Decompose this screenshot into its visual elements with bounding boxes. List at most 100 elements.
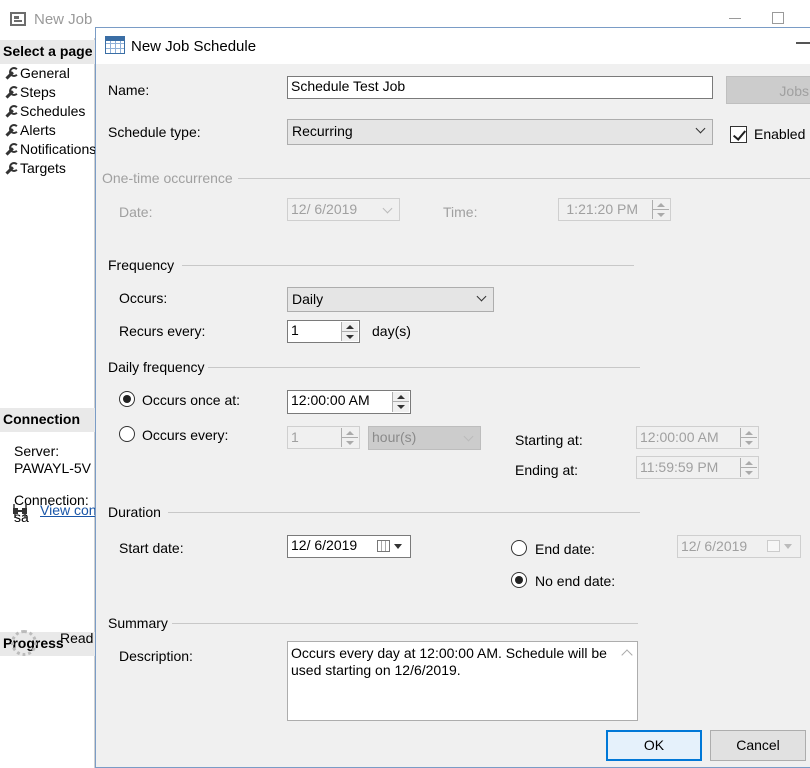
wrench-icon [4, 67, 19, 79]
end-date-label: End date: [535, 541, 595, 557]
dialog-titlebar: New Job Schedule [96, 28, 810, 64]
schedule-type-label: Schedule type: [108, 124, 201, 140]
end-date-value: 12/ 6/2019 [681, 538, 748, 554]
page-item-label: Steps [20, 84, 56, 100]
new-job-title: New Job [34, 11, 93, 28]
one-time-time-input[interactable]: 1:21:20 PM [558, 198, 671, 221]
calendar-icon[interactable] [377, 540, 390, 552]
page-item-label: Targets [20, 160, 66, 176]
recurs-every-input[interactable]: 1 [287, 320, 360, 343]
recurs-unit-label: day(s) [372, 323, 411, 339]
occurs-label: Occurs: [119, 290, 168, 306]
start-date-value: 12/ 6/2019 [291, 537, 358, 553]
no-end-date-label: No end date: [535, 573, 616, 589]
one-time-time-value: 1:21:20 PM [566, 201, 638, 217]
occurs-every-unit-value: hour(s) [372, 429, 417, 445]
chevron-down-icon [463, 431, 474, 442]
summary-header: Summary [108, 615, 168, 631]
occurs-every-label: Occurs every: [142, 427, 229, 443]
occurs-once-time-value: 12:00:00 AM [291, 392, 370, 408]
enabled-checkbox[interactable] [730, 126, 747, 143]
occurs-every-unit-select[interactable]: hour(s) [368, 426, 481, 450]
recurs-spinner[interactable] [341, 322, 358, 341]
starting-at-value: 12:00:00 AM [640, 429, 719, 445]
dialog-title: New Job Schedule [131, 38, 257, 55]
spin-up-icon[interactable] [342, 322, 358, 332]
chevron-down-icon [476, 291, 487, 302]
dropdown-arrow-icon[interactable] [784, 544, 792, 549]
connection-header: Connection [0, 408, 95, 432]
ok-button[interactable]: OK [606, 730, 702, 761]
description-value: Occurs every day at 12:00:00 AM. Schedul… [291, 645, 607, 678]
end-date-picker[interactable]: 12/ 6/2019 [677, 535, 801, 558]
starting-spinner[interactable] [740, 428, 757, 447]
close-icon[interactable] [796, 42, 810, 44]
page-item-steps[interactable]: Steps [4, 84, 56, 100]
occurs-once-radio[interactable] [119, 391, 135, 407]
description-textarea[interactable]: Occurs every day at 12:00:00 AM. Schedul… [287, 641, 638, 721]
one-time-date-picker[interactable]: 12/ 6/2019 [287, 198, 400, 221]
spin-up-icon[interactable] [741, 458, 757, 468]
one-time-date-label: Date: [119, 204, 153, 220]
daily-frequency-header: Daily frequency [108, 359, 205, 375]
group-divider [172, 623, 638, 624]
once-time-spinner[interactable] [392, 392, 409, 412]
wrench-icon [4, 143, 19, 155]
ending-at-label: Ending at: [515, 462, 579, 478]
page-item-label: Alerts [20, 122, 56, 138]
spin-up-icon[interactable] [393, 392, 409, 402]
scroll-up-icon[interactable] [621, 649, 633, 661]
spin-down-icon[interactable] [741, 467, 757, 477]
page-item-alerts[interactable]: Alerts [4, 122, 56, 138]
one-time-occurrence-header: One-time occurrence [102, 170, 233, 186]
jobs-in-schedule-button[interactable]: Jobs [726, 76, 810, 104]
new-job-schedule-dialog: New Job Schedule Name: Schedule Test Job… [95, 27, 810, 768]
occurs-every-radio[interactable] [119, 426, 135, 442]
ending-at-input[interactable]: 11:59:59 PM [636, 456, 759, 479]
duration-header: Duration [108, 504, 161, 520]
progress-spinner-icon [11, 630, 37, 656]
spin-down-icon[interactable] [741, 437, 757, 447]
occurs-once-label: Occurs once at: [142, 392, 241, 408]
page-item-general[interactable]: General [4, 65, 70, 81]
calendar-icon[interactable] [767, 540, 780, 552]
wrench-icon [4, 162, 19, 174]
name-label: Name: [108, 82, 150, 98]
spin-down-icon[interactable] [342, 437, 358, 447]
starting-at-input[interactable]: 12:00:00 AM [636, 426, 759, 449]
occurs-select[interactable]: Daily [287, 287, 494, 312]
group-divider [208, 367, 640, 368]
view-connection-link[interactable]: View con [40, 502, 97, 518]
schedule-type-select[interactable]: Recurring [287, 119, 713, 145]
one-time-time-label: Time: [443, 204, 478, 220]
dropdown-arrow-icon[interactable] [394, 544, 402, 549]
occurs-every-input[interactable]: 1 [287, 426, 360, 449]
end-date-radio[interactable] [511, 540, 527, 556]
group-divider [238, 178, 810, 179]
spin-up-icon[interactable] [653, 200, 669, 210]
spin-down-icon[interactable] [342, 331, 358, 341]
spin-up-icon[interactable] [741, 428, 757, 438]
maximize-icon[interactable] [772, 12, 784, 24]
spin-down-icon[interactable] [653, 209, 669, 219]
start-date-label: Start date: [119, 540, 184, 556]
page-item-schedules[interactable]: Schedules [4, 103, 85, 119]
app-window-icon [10, 12, 26, 26]
no-end-date-radio[interactable] [511, 572, 527, 588]
recurs-every-value: 1 [291, 322, 299, 338]
name-input[interactable]: Schedule Test Job [287, 76, 713, 99]
occurs-once-time-input[interactable]: 12:00:00 AM [287, 390, 411, 414]
spin-up-icon[interactable] [342, 428, 358, 438]
minimize-icon[interactable] [729, 18, 741, 19]
spin-down-icon[interactable] [393, 402, 409, 412]
ending-spinner[interactable] [740, 458, 757, 477]
page-navigation-pane: Select a page General Steps Schedules Al… [0, 38, 96, 768]
group-divider [182, 265, 634, 266]
every-spinner[interactable] [341, 428, 358, 447]
page-item-targets[interactable]: Targets [4, 160, 66, 176]
page-item-notifications[interactable]: Notifications [4, 141, 96, 157]
starting-at-label: Starting at: [515, 432, 583, 448]
time-spinner[interactable] [652, 200, 669, 219]
cancel-button[interactable]: Cancel [710, 730, 806, 761]
start-date-picker[interactable]: 12/ 6/2019 [287, 535, 411, 558]
